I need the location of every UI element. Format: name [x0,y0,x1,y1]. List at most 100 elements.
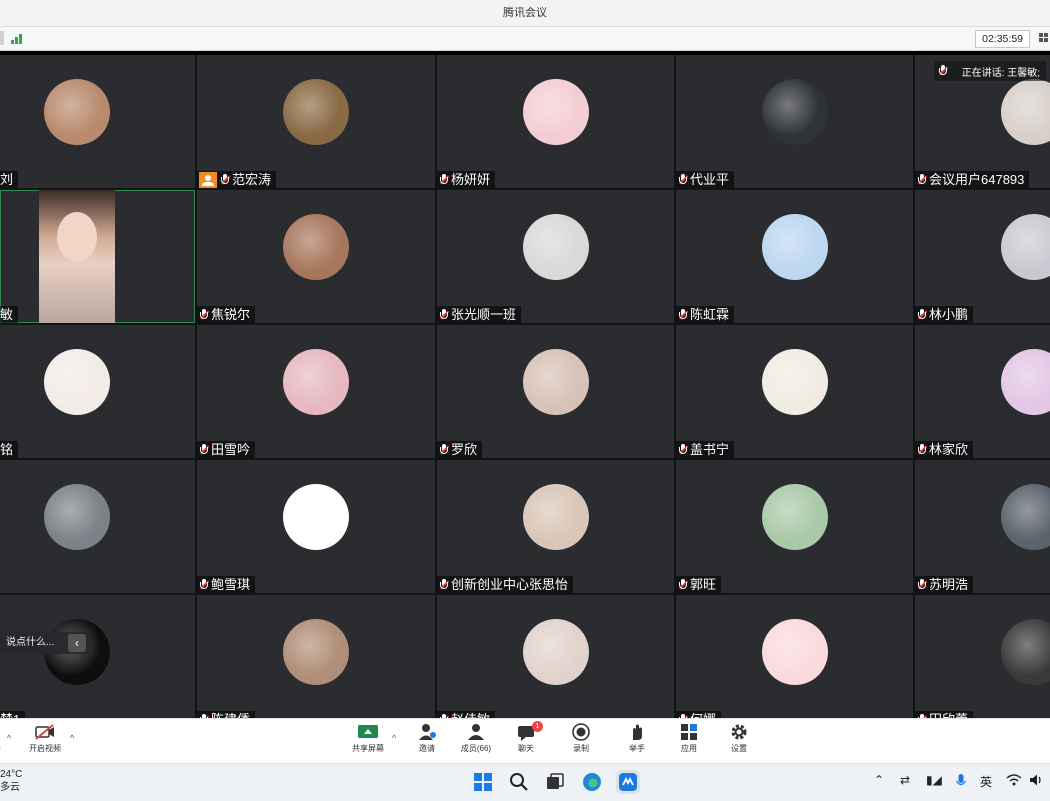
settings-label: 设置 [731,744,747,753]
meeting-info-bar: 02:35:59 [0,27,1050,51]
participant-name-tag: 林家欣 [915,441,974,458]
participant-name-tag: 会议用户647893 [915,171,1030,188]
participant-tile[interactable]: 鲍雪琪 [197,460,435,593]
apps-button[interactable]: 应用 [666,723,712,754]
mic-muted-icon [439,578,449,591]
ime-indicator[interactable]: 英 [980,773,992,790]
info-tab-edge[interactable] [0,31,4,45]
participant-tile[interactable]: 苏明浩 [915,460,1050,593]
members-button[interactable]: 成员(66) [453,723,499,754]
participant-name-tag: 刘 [0,171,19,188]
participant-name: 郭旺 [690,577,717,592]
mic-muted-icon [917,578,927,591]
members-icon [468,724,484,740]
participant-avatar [44,79,110,145]
invite-button[interactable]: 邀请 [404,723,450,754]
participant-tile[interactable]: 范宏涛 [197,55,435,188]
audio-options-caret-icon[interactable]: ^ [7,733,11,743]
gear-icon [731,724,747,740]
task-view-icon[interactable] [543,770,567,794]
mic-muted-icon [439,173,449,186]
chevron-left-icon[interactable]: ‹ [68,634,86,652]
participant-tile[interactable]: 焦锐尔 [197,190,435,323]
participant-name: 林小鹏 [929,307,969,322]
wifi-icon[interactable] [1006,773,1022,790]
mic-muted-icon [199,443,209,456]
tray-chevron-up-icon[interactable]: ⌃ [874,773,884,787]
participant-tile[interactable]: 罗欣 [437,325,674,458]
participant-name-tag: 陈建倭 [197,711,256,718]
mic-muted-icon [220,173,230,186]
tray-switch-icon[interactable]: ⇄ [900,773,910,787]
participant-avatar [1001,79,1050,145]
participant-tile[interactable]: 杨妍妍 [437,55,674,188]
participant-tile[interactable]: 陈建倭 [197,595,435,718]
raise-hand-icon [633,724,642,740]
apps-label: 应用 [681,744,697,753]
participant-name-tag: 林小鹏 [915,306,974,323]
volume-icon[interactable] [1028,773,1044,790]
participant-name: 林家欣 [929,442,969,457]
weather-desc: 多云 [0,782,20,793]
mic-muted-icon [917,308,927,321]
participant-avatar [283,214,349,280]
tray-app-icon[interactable]: ▮◢ [926,773,942,787]
participant-avatar [283,79,349,145]
speaking-label: 正在讲话: 王馨敏; [961,67,1040,79]
start-menu-icon[interactable] [471,770,495,794]
participant-tile[interactable]: 林小鹏 [915,190,1050,323]
view-layout-icon[interactable] [1039,33,1048,42]
participant-avatar [762,484,828,550]
record-button[interactable]: 录制 [558,723,604,754]
tray-mic-icon[interactable] [955,773,967,792]
apps-icon [681,724,697,740]
participant-tile[interactable]: 铭 [0,325,195,458]
participant-name: 陈建倭 [211,711,250,718]
edge-browser-icon[interactable] [580,770,604,794]
user-icon [199,171,217,188]
participant-tile[interactable]: 赵佳敏 [437,595,674,718]
chat-button[interactable]: 1 聊天 [503,721,549,754]
participant-tile[interactable]: 何娜 [676,595,913,718]
participant-avatar [762,214,828,280]
participant-name: 刘 [0,172,14,187]
mic-muted-icon [439,443,449,456]
tencent-meeting-taskbar-icon[interactable] [616,770,640,794]
participant-name: 铭 [0,442,14,457]
participant-tile[interactable]: 代业平 [676,55,913,188]
participant-tile[interactable] [0,460,195,593]
participant-name: 会议用户647893 [929,172,1025,187]
window-titlebar: 腾讯会议 [0,0,1050,27]
participant-tile[interactable]: 楚1 [0,595,195,718]
video-off-icon [35,724,54,740]
participant-tile[interactable]: 田欣蕾 [915,595,1050,718]
search-icon[interactable] [507,770,531,794]
participant-tile[interactable]: 刘 [0,55,195,188]
participant-tile[interactable]: 郭旺 [676,460,913,593]
participant-tile[interactable]: 敏 [0,190,195,323]
raise-hand-label: 举手 [629,744,645,753]
start-video-button[interactable]: 开启视频 [22,723,68,754]
participant-name-tag: 赵佳敏 [437,711,496,718]
invite-icon [419,724,436,740]
weather-widget[interactable]: 24°C 多云 [0,768,22,794]
participant-tile[interactable]: 创新创业中心张思怡 [437,460,674,593]
invite-label: 邀请 [419,744,435,753]
participant-tile[interactable]: 盖书宁 [676,325,913,458]
share-options-caret-icon[interactable]: ^ [392,733,396,743]
participant-tile[interactable]: 田雪吟 [197,325,435,458]
participant-avatar [283,484,349,550]
video-options-caret-icon[interactable]: ^ [70,733,74,743]
participant-tile[interactable]: 陈虹霖 [676,190,913,323]
network-signal-icon[interactable] [11,32,25,44]
participant-name: 盖书宁 [690,442,730,457]
mic-muted-icon [678,173,688,186]
chat-popup[interactable]: 说点什么... ‹ [0,632,90,654]
settings-button[interactable]: 设置 [716,723,762,754]
participant-avatar [1001,349,1050,415]
share-screen-button[interactable]: 共享屏幕 [345,723,391,754]
share-screen-icon [358,725,378,738]
participant-tile[interactable]: 张光顺一班 [437,190,674,323]
raise-hand-button[interactable]: 举手 [614,723,660,754]
participant-tile[interactable]: 林家欣 [915,325,1050,458]
